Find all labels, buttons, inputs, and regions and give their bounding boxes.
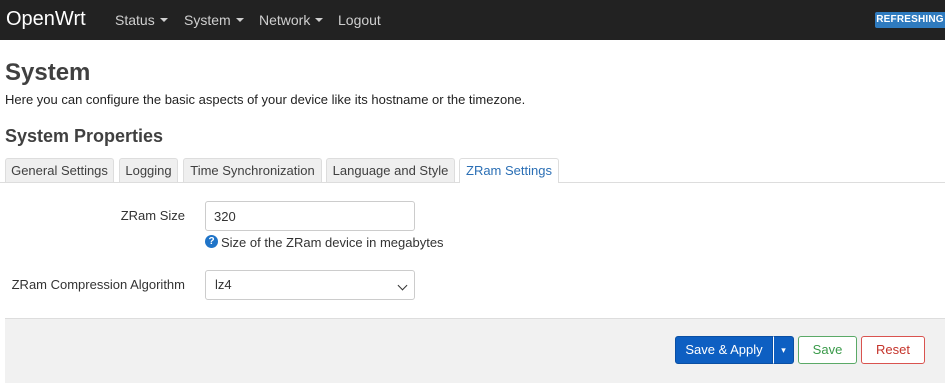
page-title: System [5, 59, 91, 86]
menu-logout[interactable]: Logout [338, 12, 381, 28]
save-apply-button[interactable]: Save & Apply [675, 336, 773, 364]
tab-general-settings[interactable]: General Settings [5, 158, 114, 182]
zram-algorithm-value: lz4 [215, 277, 232, 292]
brand-logo[interactable]: OpenWrt [6, 7, 86, 31]
menu-system-label: System [184, 12, 231, 28]
section-title: System Properties [5, 126, 164, 146]
tab-time-synchronization[interactable]: Time Synchronization [183, 158, 322, 182]
tab-logging[interactable]: Logging [119, 158, 178, 182]
question-circle-icon: ? [205, 235, 218, 248]
zram-algorithm-select[interactable]: lz4 [205, 270, 415, 300]
menu-status-label: Status [115, 12, 155, 28]
zram-size-label: ZRam Size [120, 208, 185, 223]
caret-down-icon: ▾ [781, 345, 786, 355]
save-button[interactable]: Save [798, 336, 857, 364]
menu-logout-label: Logout [338, 12, 381, 28]
tab-zram-settings[interactable]: ZRam Settings [459, 158, 559, 183]
menu-system[interactable]: System [184, 12, 244, 28]
caret-down-icon [315, 18, 324, 22]
menu-network-label: Network [259, 12, 311, 28]
caret-down-icon [235, 18, 244, 22]
chevron-down-icon [397, 280, 408, 291]
caret-down-icon [159, 18, 168, 22]
form-actions-bar: Save & Apply ▾ Save Reset [5, 318, 945, 383]
refreshing-badge[interactable]: REFRESHING [875, 12, 945, 28]
page-description: Here you can configure the basic aspects… [5, 92, 526, 107]
save-apply-dropdown-button[interactable]: ▾ [773, 336, 794, 364]
tab-language-and-style[interactable]: Language and Style [326, 158, 455, 182]
menu-status[interactable]: Status [115, 12, 168, 28]
zram-size-help: Size of the ZRam device in megabytes [221, 235, 444, 250]
top-navbar: OpenWrt Status System Network Logout REF… [0, 0, 945, 40]
zram-algorithm-label: ZRam Compression Algorithm [11, 277, 185, 292]
zram-size-input[interactable] [205, 201, 415, 231]
menu-network[interactable]: Network [259, 12, 324, 28]
reset-button[interactable]: Reset [861, 336, 925, 364]
